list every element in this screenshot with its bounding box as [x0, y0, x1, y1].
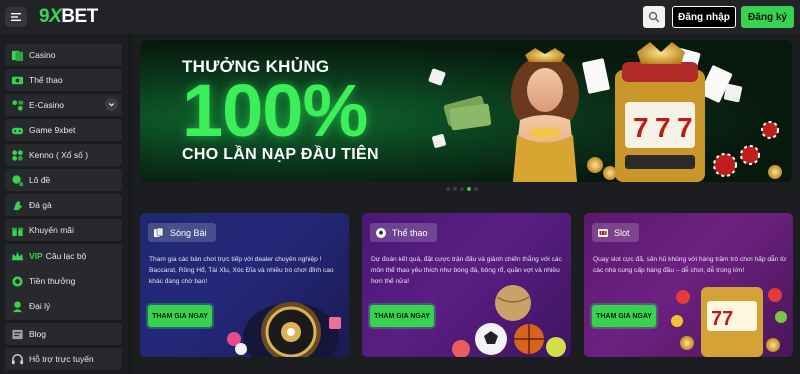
menu-toggle-button[interactable]: [5, 7, 27, 27]
search-icon: [648, 11, 660, 23]
sidebar-item-sports[interactable]: Thể thao: [5, 69, 122, 91]
card-title: Sòng Bài: [170, 227, 207, 238]
lode-icon: [10, 173, 24, 187]
sidebar-item-label: Hỗ trợ trực tuyến: [29, 354, 94, 364]
logo-x: X: [49, 6, 62, 27]
sidebar-item-label: Blog: [29, 329, 47, 339]
banner-casino-artwork: 7 7 7: [428, 42, 782, 182]
join-now-button[interactable]: THAM GIA NGAY: [370, 305, 434, 327]
cards-icon: [152, 226, 165, 239]
join-now-button[interactable]: THAM GIA NGAY: [148, 305, 212, 327]
logo-bet: BET: [61, 6, 98, 27]
casino-icon: [10, 48, 24, 62]
logo-nine: 9: [39, 6, 50, 27]
card-tag: Thể thao: [370, 223, 437, 242]
card-tag: Sòng Bài: [148, 223, 216, 242]
chevron-down-icon[interactable]: [105, 98, 118, 111]
sidebar-item-label: Lô đề: [29, 175, 51, 185]
crown-icon: [10, 249, 24, 263]
sidebar-item-da-ga[interactable]: Đá gà: [5, 194, 122, 216]
sidebar-item-label: Casino: [29, 50, 56, 60]
sidebar-item-rewards[interactable]: Tiền thưởng: [5, 270, 122, 292]
sidebar-divider: [128, 34, 132, 374]
sports-balls-artwork: [452, 285, 566, 357]
search-button[interactable]: [643, 6, 665, 28]
sidebar-item-label: Đại lý: [29, 301, 51, 311]
banner-dot[interactable]: [460, 187, 464, 191]
svg-text:77: 77: [711, 308, 733, 330]
sidebar-item-ecasino[interactable]: E-Casino: [5, 94, 122, 116]
sports-icon: [10, 73, 24, 87]
sidebar-item-kenno[interactable]: Kenno ( Xổ số ): [5, 144, 122, 166]
banner-dot[interactable]: [453, 187, 457, 191]
banner-pagination: [446, 187, 478, 191]
card-tag: Slot: [592, 223, 639, 242]
slot-machine-artwork: 77: [671, 287, 787, 357]
join-now-button[interactable]: THAM GIA NGAY: [592, 305, 656, 327]
gift-icon: [10, 223, 24, 237]
slot-icon: [596, 226, 609, 239]
rooster-icon: [10, 198, 24, 212]
gamepad-icon: [10, 123, 24, 137]
vip-label: VIP: [29, 251, 43, 261]
sidebar-item-vip-club[interactable]: VIP Câu lạc bộ: [5, 245, 122, 267]
card-description: Quay slot cực đã, săn hũ khủng với hàng …: [593, 256, 787, 274]
sidebar-item-label: E-Casino: [29, 100, 64, 110]
sidebar-item-label: Khuyến mãi: [29, 225, 74, 235]
card-title: Thể thao: [392, 227, 428, 238]
sidebar-item-label: VIP Câu lạc bộ: [29, 251, 86, 261]
banner-dot[interactable]: [474, 187, 478, 191]
banner-subline: CHO LẦN NẠP ĐẦU TIÊN: [182, 146, 379, 163]
sidebar-item-game-9xbet[interactable]: Game 9xbet: [5, 119, 122, 141]
sidebar-item-label: Game 9xbet: [29, 125, 76, 135]
headset-icon: [10, 352, 24, 366]
svg-text:7: 7: [677, 112, 693, 143]
sidebar-item-support[interactable]: Hỗ trợ trực tuyến: [5, 348, 122, 370]
sidebar-item-casino[interactable]: Casino: [5, 44, 122, 66]
lottery-icon: [10, 148, 24, 162]
sidebar-item-label: Kenno ( Xổ số ): [29, 150, 89, 160]
sidebar-item-blog[interactable]: Blog: [5, 323, 122, 345]
register-button[interactable]: Đăng ký: [741, 6, 794, 28]
agent-icon: [10, 299, 24, 313]
svg-text:7: 7: [655, 112, 671, 143]
banner-percentage: 100%: [182, 69, 368, 152]
sidebar: Casino Thể thao E-Casino Game 9xbet Kenn…: [0, 34, 128, 374]
sidebar-item-lode[interactable]: Lô đề: [5, 169, 122, 191]
card-casino[interactable]: Sòng Bài Tham gia các bàn chơi trực tiếp…: [140, 213, 349, 357]
sidebar-item-agent[interactable]: Đại lý: [5, 295, 122, 317]
sidebar-item-promotions[interactable]: Khuyến mãi: [5, 219, 122, 241]
sidebar-item-label: Đá gà: [29, 200, 52, 210]
login-button[interactable]: Đăng nhập: [672, 6, 736, 28]
ecasino-icon: [10, 98, 24, 112]
reward-icon: [10, 274, 24, 288]
card-slot[interactable]: Slot Quay slot cực đã, săn hũ khủng với …: [584, 213, 793, 357]
sidebar-item-label: Tiền thưởng: [29, 276, 76, 286]
banner-dot[interactable]: [446, 187, 450, 191]
card-sports[interactable]: Thể thao Dự đoán kết quả, đặt cược trận …: [362, 213, 571, 357]
card-title: Slot: [614, 227, 630, 238]
blog-icon: [10, 327, 24, 341]
banner-dot-active[interactable]: [467, 187, 471, 191]
svg-text:7: 7: [633, 112, 649, 143]
hamburger-icon: [11, 13, 21, 21]
top-header: 9XBET Đăng nhập Đăng ký: [0, 0, 800, 34]
site-logo[interactable]: 9XBET: [39, 6, 98, 28]
promo-banner[interactable]: THƯỞNG KHỦNG 100% CHO LẦN NẠP ĐẦU TIÊN 7…: [140, 40, 792, 182]
roulette-artwork: [227, 302, 341, 357]
soccer-ball-icon: [374, 226, 387, 239]
sidebar-item-label: Thể thao: [29, 75, 63, 85]
club-label: Câu lạc bộ: [45, 251, 87, 261]
